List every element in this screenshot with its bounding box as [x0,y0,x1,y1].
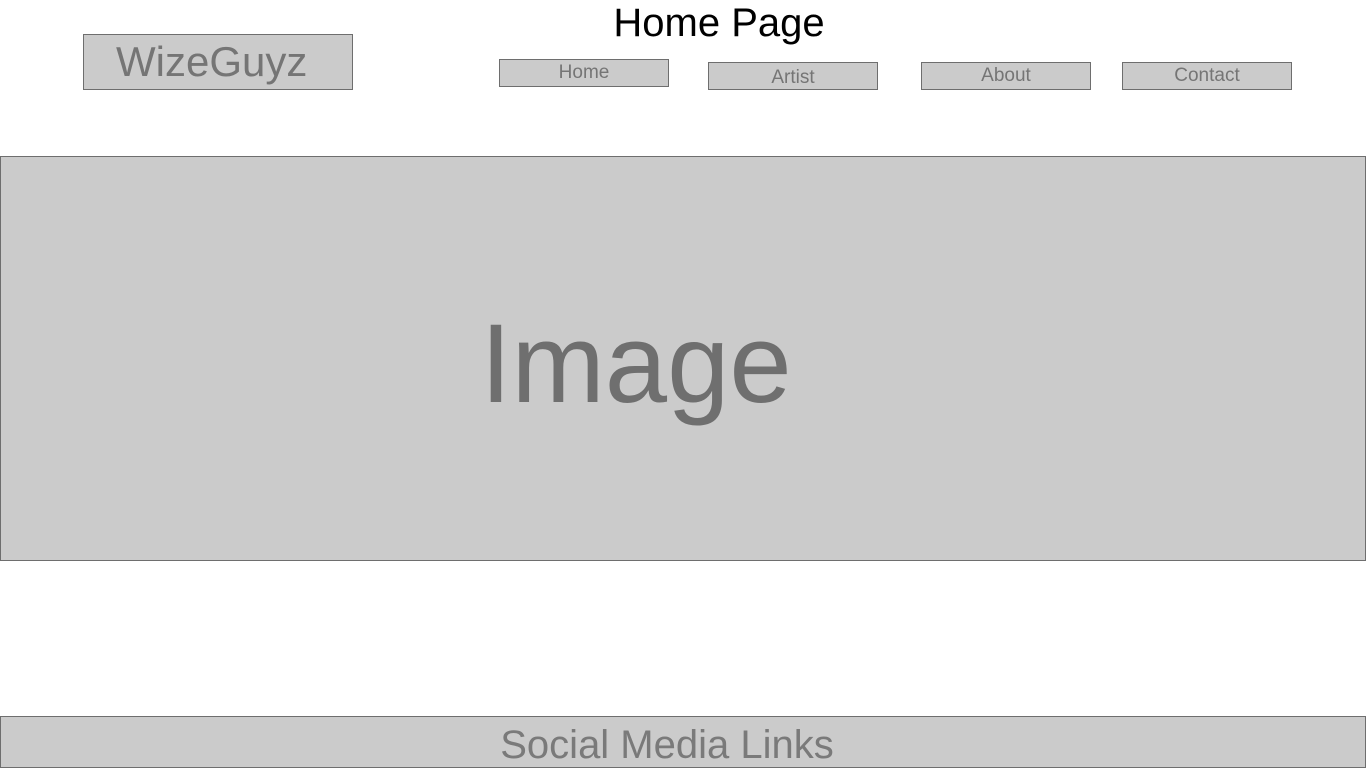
nav-artist-button[interactable]: Artist [708,62,878,90]
social-media-links-label: Social Media Links [500,723,834,767]
wireframe-page: Home Page WizeGuyz Home Artist About Con… [0,0,1366,768]
nav-contact-button[interactable]: Contact [1122,62,1292,90]
hero-image-label: Image [480,301,792,426]
site-logo[interactable]: WizeGuyz [83,34,353,90]
nav-about-button[interactable]: About [921,62,1091,90]
nav-home-button[interactable]: Home [499,59,669,87]
social-media-links-bar[interactable]: Social Media Links [0,716,1366,768]
hero-image-placeholder: Image [0,156,1366,561]
